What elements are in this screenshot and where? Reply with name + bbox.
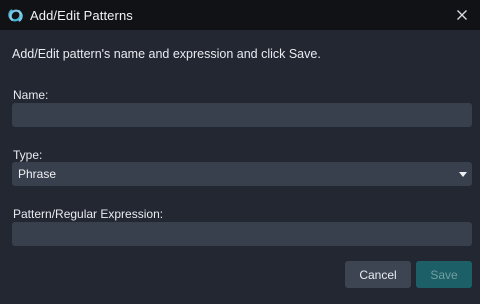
- app-logo-icon: [8, 9, 23, 22]
- pattern-input[interactable]: [12, 222, 472, 246]
- dialog-title: Add/Edit Patterns: [30, 8, 133, 23]
- cancel-button[interactable]: Cancel: [345, 261, 411, 288]
- close-icon[interactable]: [454, 7, 470, 23]
- chevron-down-icon: [459, 172, 467, 177]
- title-bar: Add/Edit Patterns: [0, 0, 480, 30]
- pattern-label: Pattern/Regular Expression:: [13, 207, 164, 221]
- save-button[interactable]: Save: [416, 261, 472, 288]
- type-selected-value: Phrase: [18, 167, 57, 181]
- type-select[interactable]: Phrase: [12, 162, 472, 186]
- name-input[interactable]: [12, 103, 472, 127]
- type-label: Type:: [13, 148, 43, 162]
- add-edit-patterns-dialog: Add/Edit Patterns Add/Edit pattern's nam…: [0, 0, 480, 304]
- instructions-text: Add/Edit pattern's name and expression a…: [12, 47, 321, 61]
- name-label: Name:: [13, 88, 49, 102]
